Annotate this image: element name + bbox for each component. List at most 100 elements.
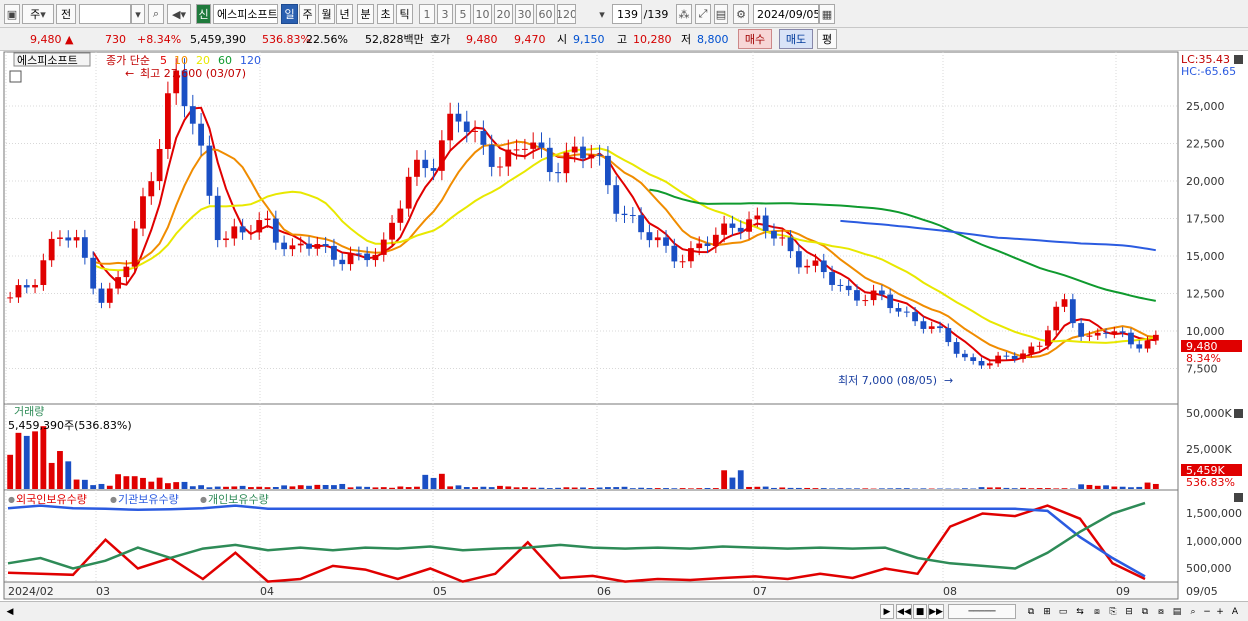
candle-body — [995, 355, 1002, 364]
candle-body — [928, 326, 935, 329]
zoom-slider[interactable]: ───── — [948, 604, 1016, 619]
prev-button[interactable]: 전 — [56, 4, 76, 24]
buy-button[interactable]: 매수 — [738, 29, 772, 49]
split-icon[interactable]: ⊞ — [1040, 604, 1054, 619]
period-tab-7[interactable]: 틱 — [396, 4, 413, 24]
stop-button[interactable]: ■ — [913, 604, 927, 619]
interval-button-3[interactable]: 3 — [437, 4, 453, 24]
volume-bar — [455, 485, 462, 489]
save-icon[interactable]: ▤ — [714, 4, 728, 24]
candle-body — [854, 290, 860, 301]
interval-button-5[interactable]: 5 — [455, 4, 471, 24]
period-tab-3[interactable]: 월 — [318, 4, 335, 24]
candle-body — [414, 159, 420, 177]
candle-body — [73, 237, 80, 241]
volume-bar — [1053, 488, 1060, 489]
candle-body — [389, 222, 395, 240]
volume-bar — [986, 487, 993, 489]
link-icon[interactable]: ⧇ — [1154, 604, 1168, 619]
candle-body — [912, 312, 918, 322]
scroll-right-button[interactable]: ▶ — [880, 604, 894, 619]
volume-bar — [1086, 484, 1093, 489]
interval-dropdown-icon[interactable]: ▾ — [596, 4, 608, 24]
code-dropdown-icon[interactable]: ▾ — [131, 4, 145, 24]
interval-button-120[interactable]: 120 — [557, 4, 576, 24]
volume: 5,459,390 — [190, 32, 246, 46]
stock-code-input[interactable]: 443670 — [79, 4, 131, 24]
interval-button-20[interactable]: 20 — [494, 4, 513, 24]
price-change-pct: +8.34% — [137, 32, 182, 46]
zoom-search-icon[interactable]: ⌕ — [1186, 604, 1200, 619]
period-tab-1[interactable]: 일 — [281, 4, 298, 24]
holdings-tick: 1,000,000 — [1186, 535, 1242, 548]
volume-bar — [771, 487, 777, 489]
auto-scale-icon[interactable]: A — [1228, 604, 1242, 619]
interval-button-30[interactable]: 30 — [515, 4, 534, 24]
print-icon[interactable]: ▤ — [1170, 604, 1184, 619]
fast-forward-button[interactable]: ▶▶ — [928, 604, 944, 619]
interval-button-60[interactable]: 60 — [536, 4, 555, 24]
period-select[interactable]: 주 ▾ — [22, 4, 54, 24]
zoom-in-icon[interactable]: + — [1214, 604, 1226, 619]
panel-icon[interactable]: ▭ — [1056, 604, 1070, 619]
volume-bar — [248, 487, 254, 489]
y-tick-label: 15,000 — [1186, 250, 1225, 263]
bid-label: 호가 — [430, 33, 451, 46]
volume-bar — [181, 481, 188, 489]
layout-icon[interactable]: ⧉ — [1024, 604, 1038, 619]
volume-bar — [123, 476, 130, 489]
compare-icon[interactable]: ⇆ — [1072, 604, 1088, 619]
x-tick-label: 03 — [96, 585, 110, 598]
min-arrow-icon: → — [944, 374, 953, 387]
stock-chart[interactable]: 25,000 22,500 20,000 17,500 15,000 12,500 10,0… — [0, 51, 1248, 601]
candle-body — [721, 223, 728, 235]
volume-bar — [322, 484, 329, 489]
candle-body — [1078, 323, 1085, 337]
period-tab-4[interactable]: 년 — [336, 4, 353, 24]
volume-bar — [513, 487, 520, 489]
rewind-button[interactable]: ◀◀ — [896, 604, 912, 619]
speaker-icon[interactable]: ◀▾ — [167, 4, 191, 24]
new-badge[interactable]: 신 — [196, 4, 211, 24]
candle-body — [804, 265, 811, 268]
volume-bar — [629, 488, 636, 489]
volume-bar — [355, 486, 362, 489]
y-tick-label: 17,500 — [1186, 213, 1225, 226]
volume-bar — [405, 487, 412, 489]
volume-bar — [746, 486, 752, 489]
candle-body — [32, 284, 38, 288]
copy-icon[interactable]: ⎘ — [1106, 604, 1120, 619]
eval-button[interactable]: 평 — [817, 29, 837, 49]
sell-button[interactable]: 매도 — [779, 29, 813, 49]
tile-icon[interactable]: ⊟ — [1122, 604, 1136, 619]
volume-bar — [878, 488, 885, 489]
high-price: 10,280 — [633, 32, 672, 46]
scroll-left-icon[interactable]: ◀ — [3, 604, 17, 619]
interval-button-1[interactable]: 1 — [419, 4, 435, 24]
zoom-out-icon[interactable]: − — [1201, 604, 1213, 619]
window-menu-icon[interactable]: ▣ — [4, 4, 20, 24]
search-icon[interactable]: ⌕ — [148, 4, 164, 24]
count-input[interactable]: 139 — [612, 4, 642, 24]
window-icon[interactable]: ⧈ — [1090, 604, 1104, 619]
volume-bar — [795, 487, 802, 489]
candle-body — [198, 123, 205, 146]
period-tab-6[interactable]: 초 — [377, 4, 394, 24]
cascade-icon[interactable]: ⧉ — [1138, 604, 1152, 619]
interval-button-10[interactable]: 10 — [473, 4, 492, 24]
volume-bar — [546, 488, 553, 489]
volume-bar — [920, 488, 927, 489]
volume-bar — [1111, 486, 1118, 489]
candle-body — [256, 220, 263, 233]
period-tab-5[interactable]: 분 — [357, 4, 374, 24]
grid-icon[interactable]: ⁂ — [676, 4, 692, 24]
period-tab-2[interactable]: 주 — [299, 4, 316, 24]
calendar-icon[interactable]: ▦ — [819, 4, 835, 24]
volume-bar — [663, 488, 669, 489]
gear-icon[interactable]: ⚙ — [733, 4, 749, 24]
date-input[interactable]: 2024/09/05 — [753, 4, 819, 24]
trend-icon[interactable]: ⤢ — [695, 4, 711, 24]
open-price: 9,150 — [573, 32, 605, 46]
candle-body — [903, 311, 910, 313]
candle-body — [762, 215, 769, 231]
